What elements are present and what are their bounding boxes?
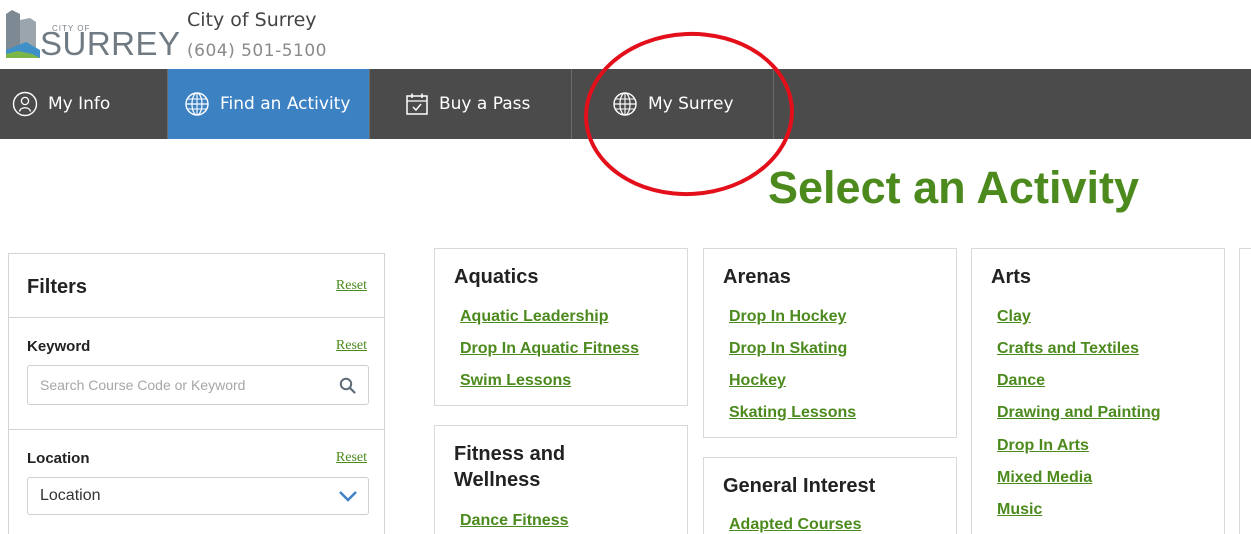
category-link[interactable]: Drop In Hockey	[729, 308, 846, 326]
calendar-check-icon	[406, 93, 428, 115]
org-phone: (604) 501-5100	[187, 41, 327, 61]
category-link[interactable]: Dance	[997, 372, 1045, 390]
nav-label: Find an Activity	[220, 94, 351, 114]
keyword-search-input[interactable]	[40, 375, 330, 395]
nav-label: My Surrey	[648, 94, 734, 114]
globe-icon	[613, 92, 637, 116]
keyword-label: Keyword	[27, 338, 91, 355]
location-label: Location	[27, 450, 90, 467]
filters-title: Filters	[27, 276, 88, 298]
nav-label: My Info	[48, 94, 111, 114]
divider	[9, 317, 384, 318]
filters-panel: Filters Reset Keyword Reset Location Res…	[8, 253, 385, 534]
org-name: City of Surrey	[187, 9, 317, 31]
person-icon	[12, 91, 38, 117]
keyword-reset-link[interactable]: Reset	[336, 338, 367, 354]
category-card-general-interest: General Interest Adapted Courses	[703, 457, 957, 534]
filters-reset-link[interactable]: Reset	[336, 278, 367, 294]
category-link[interactable]: Drop In Skating	[729, 340, 847, 358]
location-select-value: Location	[40, 487, 101, 504]
city-of-surrey-logo[interactable]: CITY OF SURREY	[6, 10, 181, 62]
card-title: Aquatics	[454, 266, 539, 288]
category-link[interactable]: Clay	[997, 308, 1031, 326]
location-select[interactable]: Location	[27, 477, 369, 515]
page-title: Select an Activity	[768, 162, 1139, 213]
category-link[interactable]: Dance Fitness	[460, 512, 568, 530]
card-title: Fitness and	[454, 443, 566, 465]
search-icon[interactable]	[339, 377, 356, 394]
category-card-aquatics: Aquatics Aquatic Leadership Drop In Aqua…	[434, 248, 688, 406]
category-link[interactable]: Mixed Media	[997, 469, 1092, 487]
category-link[interactable]: Swim Lessons	[460, 372, 571, 390]
chevron-down-icon	[339, 491, 357, 502]
category-link[interactable]: Drop In Arts	[997, 437, 1089, 455]
category-card-partial	[1239, 248, 1251, 534]
main-nav: My Info Find an Activity Buy a Pass My S…	[0, 69, 1251, 139]
category-link[interactable]: Crafts and Textiles	[997, 340, 1139, 358]
nav-my-info[interactable]: My Info	[0, 69, 168, 139]
category-card-fitness-wellness: Fitness and Wellness Dance Fitness	[434, 425, 688, 534]
divider	[9, 429, 384, 430]
globe-icon	[185, 92, 209, 116]
category-link[interactable]: Music	[997, 501, 1042, 519]
category-link[interactable]: Drawing and Painting	[997, 404, 1161, 422]
card-title: General Interest	[723, 475, 876, 497]
category-link[interactable]: Adapted Courses	[729, 516, 861, 534]
card-title: Arenas	[723, 266, 791, 288]
nav-my-surrey[interactable]: My Surrey	[572, 69, 774, 139]
category-link[interactable]: Drop In Aquatic Fitness	[460, 340, 639, 358]
category-card-arts: Arts Clay Crafts and Textiles Dance Draw…	[971, 248, 1225, 534]
location-reset-link[interactable]: Reset	[336, 450, 367, 466]
nav-find-activity[interactable]: Find an Activity	[168, 69, 370, 139]
site-header: CITY OF SURREY City of Surrey (604) 501-…	[0, 0, 1251, 69]
category-link[interactable]: Aquatic Leadership	[460, 308, 608, 326]
nav-label: Buy a Pass	[439, 94, 531, 114]
category-card-arenas: Arenas Drop In Hockey Drop In Skating Ho…	[703, 248, 957, 438]
category-link[interactable]: Hockey	[729, 372, 786, 390]
category-link[interactable]: Skating Lessons	[729, 404, 856, 422]
card-title: Wellness	[454, 469, 541, 491]
card-title: Arts	[991, 266, 1032, 288]
keyword-search-box	[27, 365, 369, 405]
nav-buy-pass[interactable]: Buy a Pass	[370, 69, 572, 139]
svg-text:SURREY: SURREY	[40, 25, 181, 62]
